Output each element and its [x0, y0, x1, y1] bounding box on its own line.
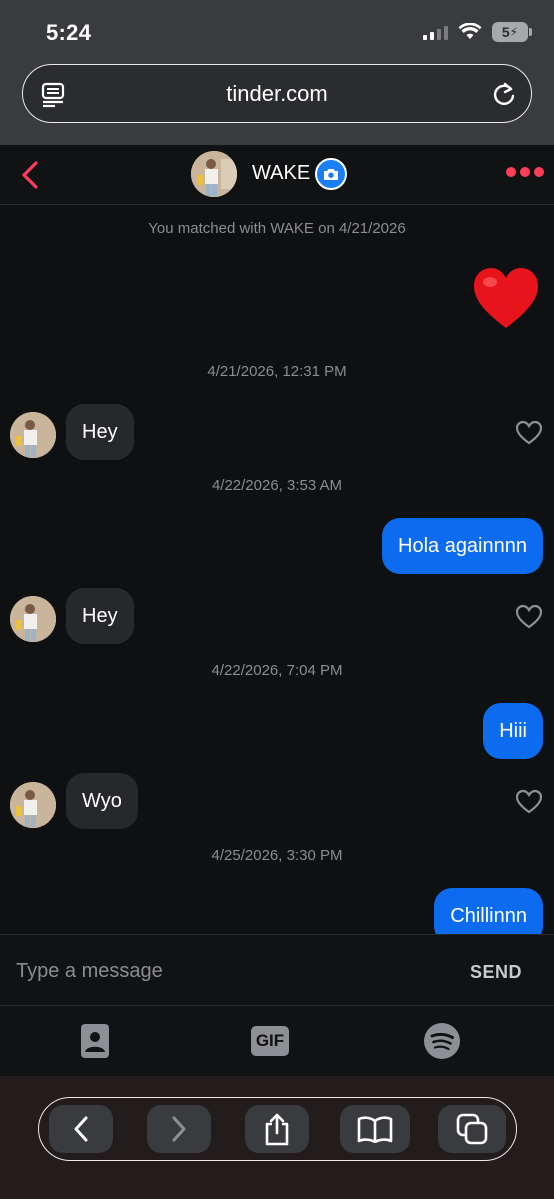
- heart-like-icon[interactable]: [515, 420, 543, 446]
- message-timestamp: 4/21/2026, 12:31 PM: [207, 363, 347, 380]
- browser-toolbar: [38, 1097, 517, 1161]
- battery-level: 5: [501, 24, 510, 40]
- contact-card-icon[interactable]: [77, 1023, 113, 1059]
- gif-label: GIF: [251, 1026, 289, 1056]
- spotify-icon[interactable]: [424, 1023, 460, 1059]
- match-notice: You matched with WAKE on 4/21/2026: [148, 220, 406, 237]
- browser-top-chrome: 5:24 5 ⚡ tinder.com: [0, 0, 554, 145]
- camera-icon[interactable]: [315, 158, 347, 190]
- sender-avatar[interactable]: [10, 412, 56, 458]
- bookmarks-icon[interactable]: [340, 1105, 410, 1153]
- incoming-message[interactable]: Hey: [66, 588, 134, 644]
- sender-avatar[interactable]: [10, 596, 56, 642]
- cellular-signal-icon: [423, 24, 448, 40]
- incoming-message[interactable]: Hey: [66, 404, 134, 460]
- message-timestamp: 4/22/2026, 3:53 AM: [211, 477, 343, 494]
- match-name[interactable]: WAKE: [252, 162, 310, 185]
- more-dots-icon[interactable]: [506, 167, 544, 177]
- heart-emoji-message: [472, 266, 540, 332]
- browser-bottom-bar: [0, 1076, 554, 1199]
- battery-icon: 5 ⚡: [492, 22, 532, 42]
- outgoing-message[interactable]: Hiii: [483, 703, 543, 759]
- tabs-icon[interactable]: [438, 1105, 506, 1153]
- message-timestamp: 4/22/2026, 7:04 PM: [211, 662, 343, 679]
- reload-icon[interactable]: [491, 80, 517, 108]
- composer-toolbar: GIF: [0, 1006, 554, 1076]
- share-icon[interactable]: [245, 1105, 309, 1153]
- message-list[interactable]: You matched with WAKE on 4/21/2026 4/21/…: [0, 206, 554, 934]
- gif-icon[interactable]: GIF: [250, 1023, 290, 1059]
- outgoing-message[interactable]: Chillinnn: [434, 888, 543, 934]
- heart-like-icon[interactable]: [515, 604, 543, 630]
- wifi-icon: [458, 23, 482, 39]
- reader-icon[interactable]: [41, 82, 65, 108]
- browser-forward-icon[interactable]: [147, 1105, 211, 1153]
- sender-avatar[interactable]: [10, 782, 56, 828]
- browser-back-icon[interactable]: [49, 1105, 113, 1153]
- message-composer: SEND: [0, 934, 554, 1006]
- message-timestamp: 4/25/2026, 3:30 PM: [211, 847, 343, 864]
- url-text[interactable]: tinder.com: [226, 81, 328, 107]
- message-input[interactable]: [16, 953, 416, 989]
- status-time: 5:24: [46, 20, 92, 45]
- status-icons: 5 ⚡: [423, 22, 532, 42]
- chat-header: WAKE: [0, 145, 554, 205]
- charging-bolt-icon: ⚡: [509, 25, 519, 39]
- heart-like-icon[interactable]: [515, 789, 543, 815]
- send-button[interactable]: SEND: [470, 962, 522, 983]
- match-avatar[interactable]: [191, 151, 237, 197]
- address-bar[interactable]: tinder.com: [22, 64, 532, 123]
- back-chevron-icon[interactable]: [14, 157, 48, 193]
- incoming-message[interactable]: Wyo: [66, 773, 138, 829]
- outgoing-message[interactable]: Hola againnnn: [382, 518, 543, 574]
